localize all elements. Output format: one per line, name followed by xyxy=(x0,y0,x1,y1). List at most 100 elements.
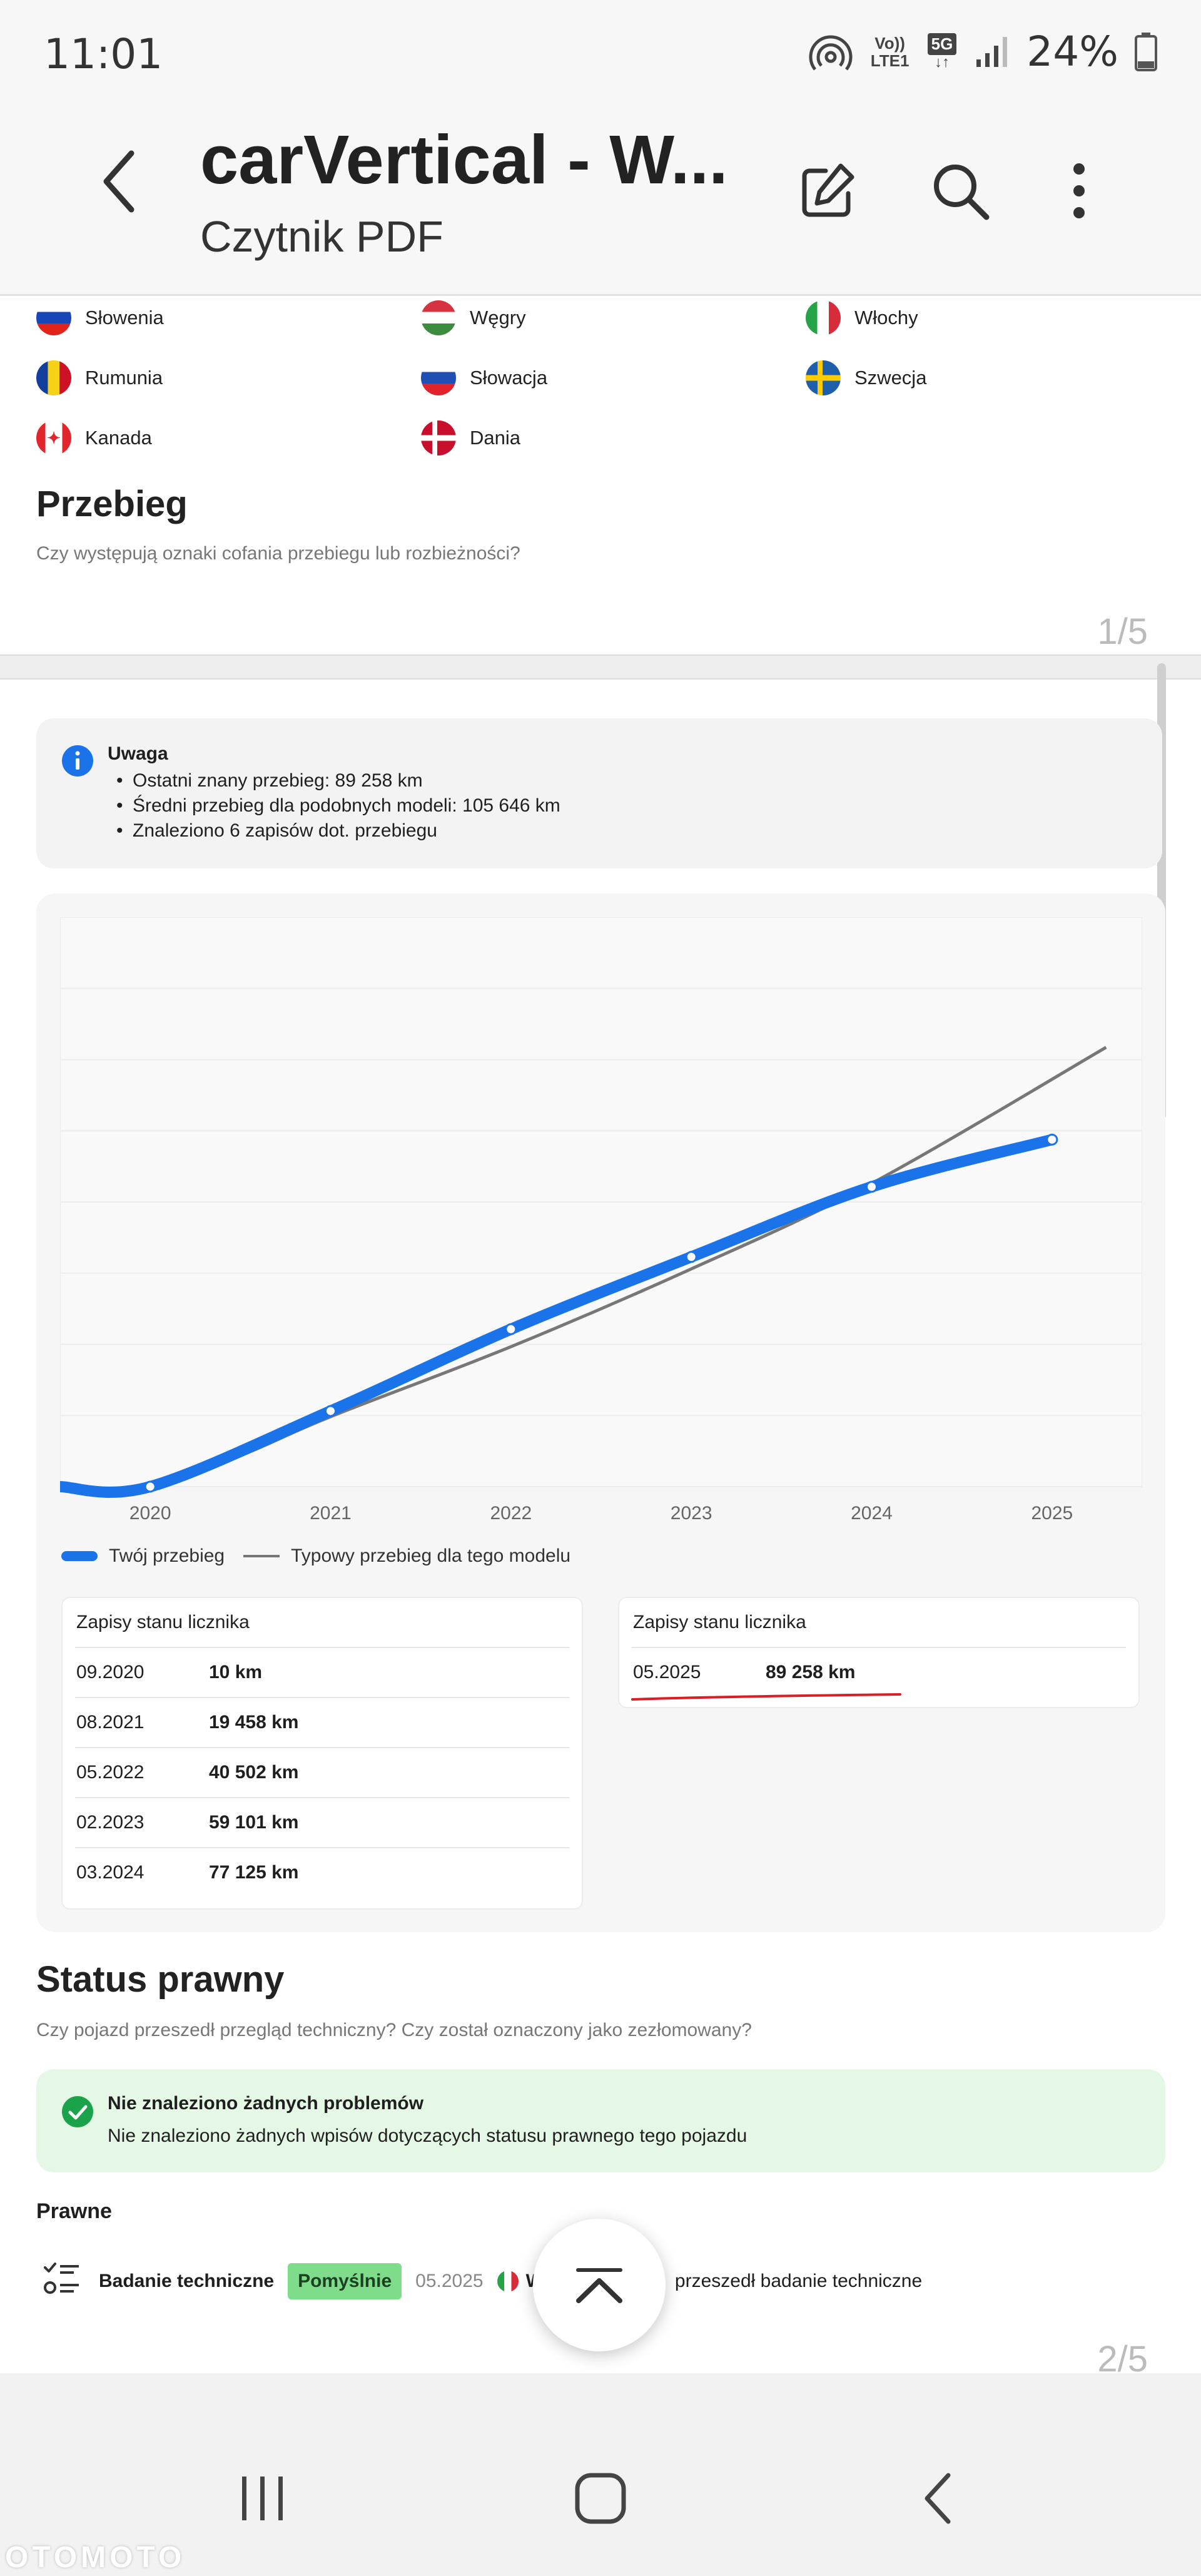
data-point xyxy=(685,1251,697,1263)
country-name: Włochy xyxy=(854,307,918,328)
legal-section-label: Prawne xyxy=(36,2199,112,2223)
country-name: Słowacja xyxy=(470,367,548,389)
app-bar: carVertical - W... Czytnik PDF xyxy=(0,106,1201,296)
status-time: 11:01 xyxy=(44,30,163,78)
record-row: 08.2021 19 458 km xyxy=(75,1697,569,1747)
page-separator xyxy=(0,654,1201,680)
edit-button[interactable] xyxy=(789,153,864,228)
legal-status-subtitle: Czy pojazd przeszedł przegląd techniczny… xyxy=(36,2020,752,2040)
checklist-icon xyxy=(44,2263,79,2294)
records-title: Zapisy stanu licznika xyxy=(633,1612,806,1632)
records-title: Zapisy stanu licznika xyxy=(76,1612,250,1632)
data-point xyxy=(866,1181,878,1193)
mileage-section-title: Przebieg xyxy=(36,484,188,524)
country-name: Węgry xyxy=(470,307,526,328)
italy-flag-icon xyxy=(497,2271,519,2292)
country-name: Rumunia xyxy=(85,367,163,389)
country-item: Słowacja xyxy=(421,359,547,397)
record-date: 03.2024 xyxy=(76,1862,144,1883)
romania-flag-icon xyxy=(36,360,71,395)
5g-label: 5G xyxy=(927,33,957,55)
x-tick-label: 2021 xyxy=(310,1503,352,1524)
record-value: 10 km xyxy=(209,1662,263,1683)
country-item: ✦ Kanada xyxy=(36,419,152,457)
country-item: Węgry xyxy=(421,299,526,337)
x-tick-label: 2022 xyxy=(490,1503,532,1524)
legend-swatch-yours xyxy=(61,1551,98,1561)
odometer-records-card: Zapisy stanu licznika 09.2020 10 km 08.2… xyxy=(61,1597,583,1910)
record-value: 19 458 km xyxy=(209,1712,299,1733)
country-item: Włochy xyxy=(806,299,918,337)
hungary-flag-icon xyxy=(421,300,456,335)
data-point xyxy=(505,1323,517,1335)
recent-apps-button[interactable] xyxy=(225,2461,300,2536)
status-icons: Vo)) LTE1 5G ↓↑ 24% xyxy=(809,28,1157,76)
back-icon xyxy=(925,2473,951,2524)
record-value: 89 258 km xyxy=(766,1662,856,1683)
country-item: Rumunia xyxy=(36,359,163,397)
search-button[interactable] xyxy=(923,153,998,228)
home-button[interactable] xyxy=(563,2461,638,2536)
volte-icon: Vo)) LTE1 xyxy=(870,33,910,70)
document-title: carVertical - W... xyxy=(200,121,728,198)
success-box xyxy=(36,2069,1165,2172)
denmark-flag-icon xyxy=(421,420,456,456)
info-icon xyxy=(62,745,93,776)
scroll-to-top-icon xyxy=(576,2268,622,2303)
inspection-date: 05.2025 xyxy=(415,2271,484,2291)
inspection-text: przeszedł badanie techniczne xyxy=(674,2271,923,2291)
home-icon xyxy=(575,2473,626,2524)
status-bar: 11:01 Vo)) LTE1 5G ↓↑ 24% xyxy=(0,0,1201,106)
slovenia-flag-icon xyxy=(36,300,71,335)
country-name: Słowenia xyxy=(85,307,164,328)
italy-flag-icon xyxy=(806,300,841,335)
inspection-status-badge: Pomyślnie xyxy=(288,2263,402,2299)
slovakia-flag-icon xyxy=(421,360,456,395)
legend-label-typical: Typowy przebieg dla tego modelu xyxy=(291,1545,571,1566)
5g-icon: 5G ↓↑ xyxy=(927,33,957,71)
data-point xyxy=(325,1405,337,1417)
app-subtitle: Czytnik PDF xyxy=(200,212,443,261)
record-value: 40 502 km xyxy=(209,1762,299,1783)
record-row: 03.2024 77 125 km xyxy=(75,1847,569,1897)
back-button[interactable] xyxy=(81,144,156,219)
note-item: Średni przebieg dla podobnych modeli: 10… xyxy=(116,793,560,818)
note-list: Ostatni znany przebieg: 89 258 km Średni… xyxy=(116,768,560,843)
legend-label-yours: Twój przebieg xyxy=(109,1545,225,1566)
record-value: 77 125 km xyxy=(209,1862,299,1883)
canada-flag-icon: ✦ xyxy=(36,420,71,456)
more-options-button[interactable] xyxy=(1041,153,1117,228)
record-date: 08.2021 xyxy=(76,1712,144,1733)
note-item: Znaleziono 6 zapisów dot. przebiegu xyxy=(116,818,560,843)
watermark: OTOMOTO xyxy=(5,2541,186,2574)
check-circle-icon xyxy=(62,2096,93,2127)
data-point xyxy=(1046,1133,1058,1146)
data-point xyxy=(144,1480,156,1493)
record-row: 09.2020 10 km xyxy=(75,1647,569,1697)
system-back-button[interactable] xyxy=(901,2461,976,2536)
country-item: Szwecja xyxy=(806,359,926,397)
legal-status-title: Status prawny xyxy=(36,1959,285,2000)
country-item: Dania xyxy=(421,419,520,457)
country-name: Kanada xyxy=(85,427,152,449)
hotspot-icon xyxy=(809,35,853,71)
signal-icon xyxy=(976,36,1008,67)
record-date: 09.2020 xyxy=(76,1662,144,1683)
sweden-flag-icon xyxy=(806,360,841,395)
success-title: Nie znaleziono żadnych problemów xyxy=(108,2093,424,2114)
record-date: 02.2023 xyxy=(76,1812,144,1833)
country-item: Słowenia xyxy=(36,299,164,337)
record-date: 05.2022 xyxy=(76,1762,144,1783)
note-item: Ostatni znany przebieg: 89 258 km xyxy=(116,768,560,793)
record-row: 02.2023 59 101 km xyxy=(75,1797,569,1847)
scroll-to-top-button[interactable] xyxy=(533,2219,666,2351)
recent-apps-icon xyxy=(242,2477,283,2520)
battery-icon xyxy=(1135,32,1157,71)
success-text: Nie znaleziono żadnych wpisów dotyczącyc… xyxy=(108,2125,747,2146)
red-underline-annotation xyxy=(631,1693,901,1701)
note-title: Uwaga xyxy=(108,743,168,764)
mileage-chart: 2020 2021 2022 2023 2024 2025 xyxy=(60,917,1142,1524)
x-tick-label: 2025 xyxy=(1031,1503,1073,1524)
updown-arrows: ↓↑ xyxy=(934,54,950,71)
battery-percent: 24% xyxy=(1026,28,1118,76)
